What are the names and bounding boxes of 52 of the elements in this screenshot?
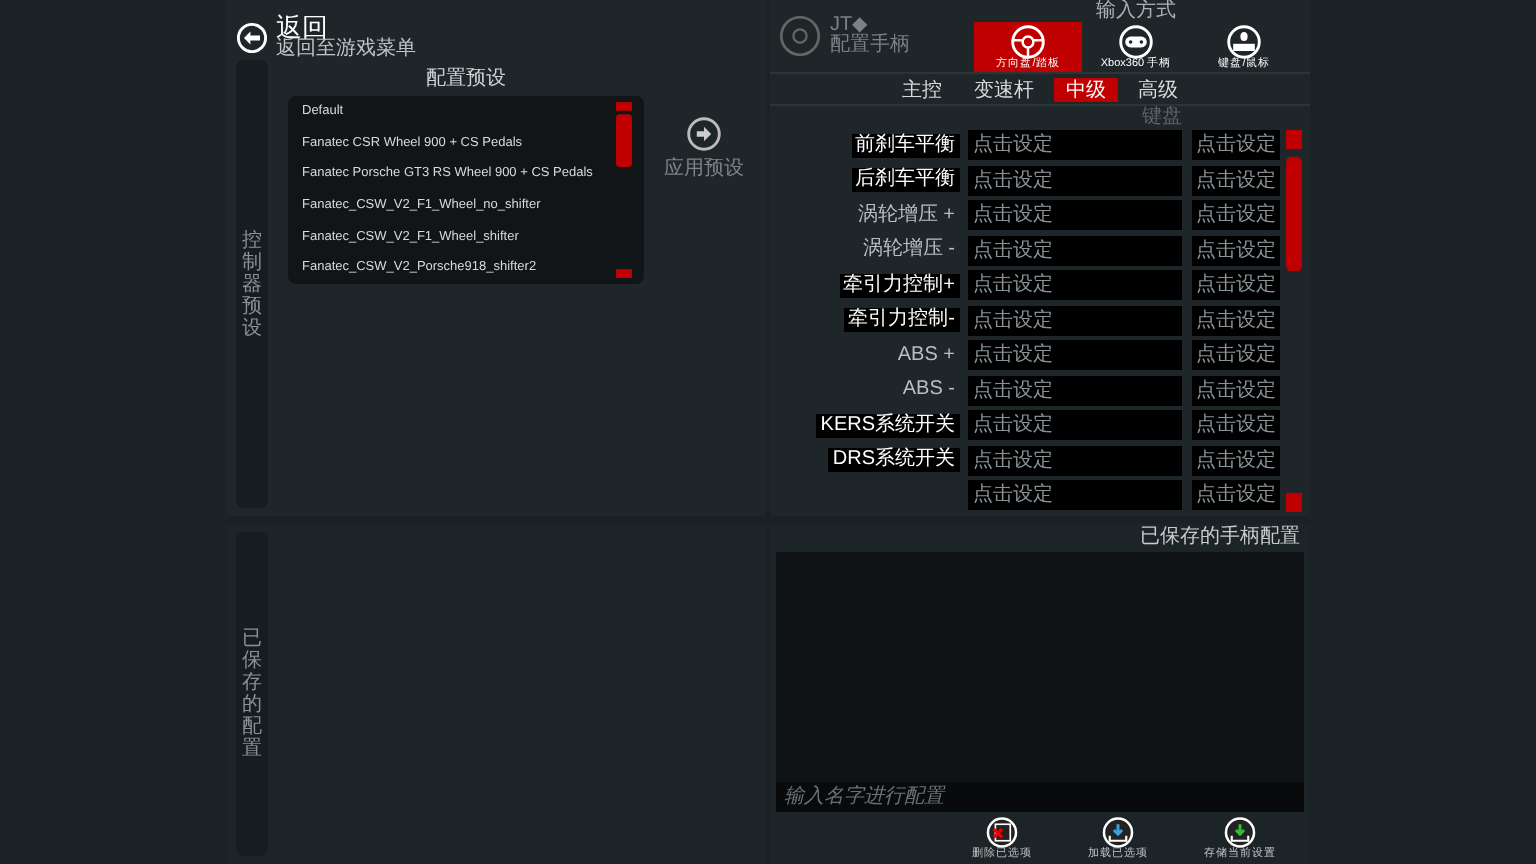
name-input-field[interactable]: 输入名字进行配置 <box>776 782 1304 812</box>
list-scrollbar[interactable] <box>616 102 632 278</box>
sub-tab[interactable]: 中级 <box>1054 78 1118 102</box>
binding-label: ABS - <box>900 378 958 402</box>
section-title: 配置预设 <box>426 65 506 94</box>
gamepad-icon <box>1118 23 1154 60</box>
side-label: 控制器预设 <box>242 229 262 339</box>
apply-preset-button[interactable]: 应用预设 <box>664 116 744 184</box>
binding-field[interactable]: 点击设定 <box>967 235 1182 265</box>
binding-field[interactable]: 点击设定 <box>1192 445 1280 475</box>
binding-label: 涡轮增压 + <box>855 203 958 227</box>
binding-field[interactable]: 点击设定 <box>1192 305 1280 335</box>
delete-icon <box>984 816 1020 849</box>
binding-field[interactable]: 点击设定 <box>1192 165 1280 195</box>
binding-label: 前刹车平衡 <box>851 133 960 157</box>
binding-label: 牵引力控制- <box>844 308 960 332</box>
binding-field[interactable]: 点击设定 <box>1192 410 1280 440</box>
binding-field[interactable]: 点击设定 <box>1192 375 1280 405</box>
rows-scrollbar[interactable] <box>1286 130 1302 512</box>
sub-tab[interactable]: 高级 <box>1126 78 1190 102</box>
sub-tab[interactable]: 主控 <box>890 78 954 102</box>
section-title: 已保存的手柄配置 <box>1138 524 1302 552</box>
binding-field[interactable]: 点击设定 <box>967 130 1182 160</box>
binding-field[interactable]: 点击设定 <box>1192 200 1280 230</box>
binding-field[interactable]: 点击设定 <box>967 305 1182 335</box>
binding-field[interactable]: 点击设定 <box>967 165 1182 195</box>
side-label: 已保存的配置 <box>242 628 262 760</box>
binding-field[interactable]: 点击设定 <box>967 480 1182 510</box>
binding-field[interactable]: 点击设定 <box>1192 130 1280 160</box>
binding-field[interactable]: 点击设定 <box>967 375 1182 405</box>
binding-label: KERS系统开关 <box>816 413 960 437</box>
binding-field[interactable]: 点击设定 <box>1192 480 1280 510</box>
profile-title: JT◆ <box>830 16 869 36</box>
binding-label: ABS + <box>895 343 958 367</box>
binding-field[interactable]: 点击设定 <box>967 200 1182 230</box>
sub-tab[interactable]: 变速杆 <box>962 78 1046 102</box>
binding-field[interactable]: 点击设定 <box>967 270 1182 300</box>
binding-label: 牵引力控制+ <box>839 273 960 297</box>
keyboard-mouse-icon <box>1226 23 1262 60</box>
binding-label: DRS系统开关 <box>828 448 960 472</box>
binding-label: 涡轮增压 - <box>860 238 958 262</box>
binding-field[interactable]: 点击设定 <box>1192 270 1280 300</box>
binding-field[interactable]: 点击设定 <box>967 410 1182 440</box>
back-button[interactable]: 返回 返回至游戏菜单 <box>236 14 416 60</box>
binding-field[interactable]: 点击设定 <box>1192 235 1280 265</box>
arrow-right-icon <box>686 116 722 152</box>
binding-field[interactable]: 点击设定 <box>967 445 1182 475</box>
binding-field[interactable]: 点击设定 <box>967 340 1182 370</box>
binding-field[interactable]: 点击设定 <box>1192 340 1280 370</box>
binding-label: 后刹车平衡 <box>851 168 960 192</box>
column-header: 键盘 <box>1142 106 1182 130</box>
profile-subtitle: 配置手柄 <box>830 36 910 56</box>
